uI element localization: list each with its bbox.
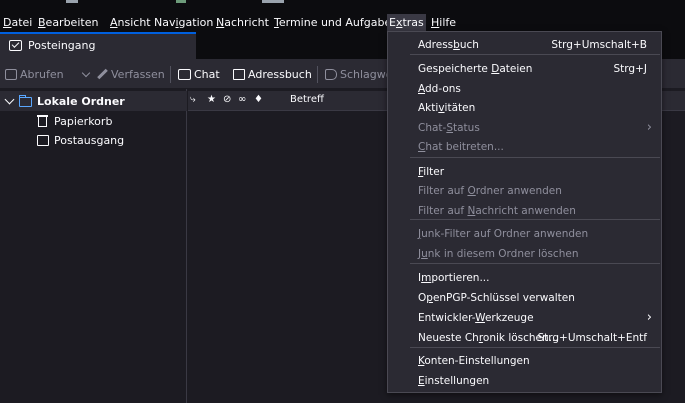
junk-column-icon[interactable]: ♦ bbox=[254, 94, 263, 105]
menu-bearbeiten[interactable]: Bearbeiten bbox=[36, 14, 100, 32]
chevron-down-icon bbox=[4, 94, 15, 105]
menu-item-junk-filter-auf-ordner-anwenden[interactable]: Junk-Filter auf Ordner anwenden bbox=[388, 224, 661, 244]
folder-papierkorb[interactable]: Papierkorb bbox=[0, 112, 186, 131]
menu-separator bbox=[410, 157, 660, 158]
folder-pane: Lokale Ordner Papierkorb Postausgang bbox=[0, 89, 187, 403]
menu-item-label: Junk in diesem Ordner löschen bbox=[418, 248, 579, 260]
chevron-right-icon: › bbox=[646, 310, 652, 325]
menu-item-filter-auf-nachricht-anwenden[interactable]: Filter auf Nachricht anwenden bbox=[388, 201, 661, 221]
menu-item-label: Konten-Einstellungen bbox=[418, 355, 530, 367]
menu-item-label: Entwickler-Werkzeuge bbox=[418, 312, 534, 324]
menu-item-label: Filter auf Nachricht anwenden bbox=[418, 205, 576, 217]
title-decoration bbox=[66, 0, 78, 3]
chat-icon bbox=[178, 69, 191, 80]
menu-datei[interactable]: Datei bbox=[1, 14, 34, 32]
menu-item-filter[interactable]: Filter bbox=[388, 162, 661, 182]
toolbar-separator bbox=[170, 66, 171, 83]
chat-button[interactable]: Chat bbox=[178, 67, 220, 83]
menu-item-entwickler-werkzeuge[interactable]: Entwickler-Werkzeuge › bbox=[388, 308, 661, 328]
tag-icon bbox=[325, 69, 337, 80]
menu-item-shortcut: Strg+Umschalt+Entf bbox=[537, 332, 647, 344]
extras-menu-popup: Adressbuch Strg+Umschalt+B Gespeicherte Da… bbox=[387, 31, 662, 393]
toolbar-separator bbox=[317, 66, 318, 83]
chat-label: Chat bbox=[194, 68, 220, 81]
menu-item-importieren[interactable]: Importieren... bbox=[388, 268, 661, 288]
trash-icon bbox=[37, 115, 48, 127]
menu-item-shortcut: Strg+J bbox=[613, 63, 647, 75]
outbox-icon bbox=[37, 135, 49, 146]
menu-navigation[interactable]: Navigation bbox=[152, 14, 215, 32]
menu-item-label: Filter bbox=[418, 166, 445, 178]
title-decoration bbox=[262, 0, 284, 3]
menu-hilfe[interactable]: Hilfe bbox=[429, 14, 458, 32]
folder-label: Papierkorb bbox=[54, 115, 113, 128]
address-book-label: Adressbuch bbox=[248, 68, 312, 81]
menu-item-label: Chat beitreten... bbox=[418, 141, 504, 153]
get-messages-button[interactable]: Abrufen bbox=[5, 67, 64, 83]
inbox-icon bbox=[9, 40, 22, 51]
menu-item-label: Importieren... bbox=[418, 272, 490, 284]
menu-item-label: Einstellungen bbox=[418, 375, 490, 387]
menu-item-label: Chat-Status bbox=[418, 122, 480, 134]
chevron-right-icon: › bbox=[646, 120, 652, 135]
subject-column-header[interactable]: Betreff bbox=[290, 94, 324, 105]
attachment-column-icon[interactable]: ⊘ bbox=[223, 94, 231, 105]
menu-item-junk-in-diesem-ordner-löschen[interactable]: Junk in diesem Ordner löschen bbox=[388, 244, 661, 264]
menu-item-filter-auf-ordner-anwenden[interactable]: Filter auf Ordner anwenden bbox=[388, 181, 661, 201]
compose-button[interactable]: Verfassen bbox=[97, 67, 165, 83]
tab-posteingang[interactable]: Posteingang bbox=[0, 32, 196, 59]
menu-item-chat-status[interactable]: Chat-Status › bbox=[388, 118, 661, 138]
tag-label: Schlagwör bbox=[340, 68, 387, 81]
download-icon bbox=[5, 69, 17, 80]
menu-item-label: Filter auf Ordner anwenden bbox=[418, 185, 562, 197]
menu-item-add-ons[interactable]: Add-ons bbox=[388, 79, 661, 99]
folder-label: Postausgang bbox=[54, 134, 125, 147]
address-book-icon bbox=[233, 69, 245, 80]
menu-item-gespeicherte-dateien[interactable]: Gespeicherte Dateien Strg+J bbox=[388, 59, 661, 79]
menu-bar: Datei Bearbeiten Ansicht Navigation Nach… bbox=[0, 14, 685, 32]
read-column-icon[interactable]: ∞ bbox=[238, 94, 246, 105]
menu-item-einstellungen[interactable]: Einstellungen bbox=[388, 371, 661, 391]
menu-item-label: Aktivitäten bbox=[418, 102, 476, 114]
menu-item-konten-einstellungen[interactable]: Konten-Einstellungen bbox=[388, 351, 661, 371]
get-messages-label: Abrufen bbox=[20, 68, 64, 81]
compose-label: Verfassen bbox=[111, 68, 165, 81]
menu-item-label: OpenPGP-Schlüssel verwalten bbox=[418, 292, 575, 304]
thread-column-icon[interactable]: ⤷ bbox=[190, 94, 196, 105]
menu-item-chat-beitreten[interactable]: Chat beitreten... bbox=[388, 137, 661, 157]
menu-item-label: Add-ons bbox=[418, 83, 461, 95]
tab-label: Posteingang bbox=[28, 39, 96, 52]
menu-item-label: Adressbuch bbox=[418, 39, 479, 51]
address-book-button[interactable]: Adressbuch bbox=[233, 67, 312, 83]
menu-item-neueste-chronik-löschen[interactable]: Neueste Chronik löschen... Strg+Umschalt+… bbox=[388, 328, 661, 348]
menu-item-label: Gespeicherte Dateien bbox=[418, 63, 533, 75]
menu-extras[interactable]: Extras bbox=[387, 14, 426, 32]
menu-item-aktivitäten[interactable]: Aktivitäten bbox=[388, 98, 661, 118]
star-column-icon[interactable]: ★ bbox=[207, 94, 216, 105]
menu-item-shortcut: Strg+Umschalt+B bbox=[551, 39, 647, 51]
title-decoration bbox=[176, 0, 186, 3]
menu-item-adressbuch[interactable]: Adressbuch Strg+Umschalt+B bbox=[388, 35, 661, 55]
folder-account-label: Lokale Ordner bbox=[37, 95, 125, 108]
chevron-down-icon bbox=[81, 68, 91, 78]
folder-postausgang[interactable]: Postausgang bbox=[0, 131, 186, 150]
folder-icon bbox=[19, 95, 32, 107]
get-messages-dropdown[interactable] bbox=[81, 67, 91, 83]
folder-local-folders[interactable]: Lokale Ordner bbox=[0, 91, 187, 111]
tag-button[interactable]: Schlagwör bbox=[325, 67, 387, 83]
menu-ansicht[interactable]: Ansicht bbox=[108, 14, 153, 32]
menu-nachricht[interactable]: Nachricht bbox=[214, 14, 271, 32]
menu-item-label: Junk-Filter auf Ordner anwenden bbox=[418, 228, 589, 240]
pencil-icon bbox=[97, 68, 108, 80]
menu-item-openpgp-schlüssel-verwalten[interactable]: OpenPGP-Schlüssel verwalten bbox=[388, 288, 661, 308]
menu-termine-und-aufgaben[interactable]: Termine und Aufgaben bbox=[272, 14, 400, 32]
